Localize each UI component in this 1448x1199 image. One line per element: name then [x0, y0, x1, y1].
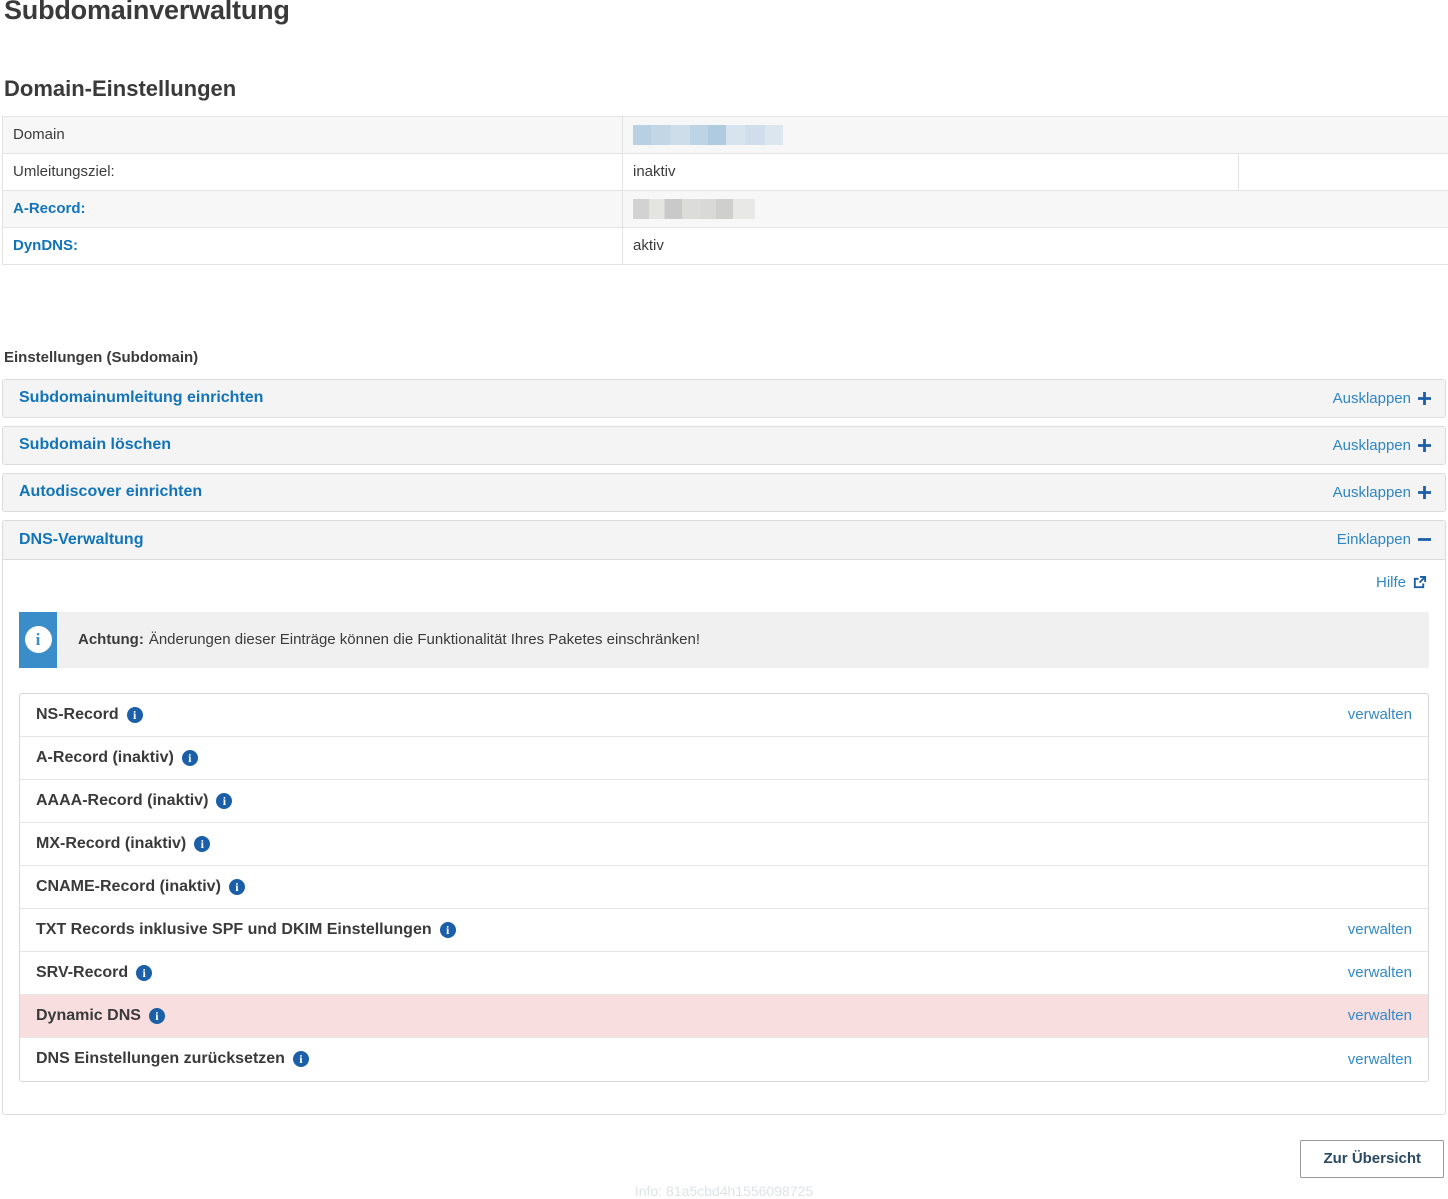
subdomain-settings-heading: Einstellungen (Subdomain) — [4, 349, 1446, 366]
plus-icon — [1418, 439, 1431, 452]
info-badge: i — [19, 612, 57, 668]
accordion-dns-management[interactable]: DNS-Verwaltung Einklappen — [3, 521, 1445, 560]
record-label: Dynamic DNS — [36, 1007, 141, 1025]
record-label: MX-Record (inaktiv) — [36, 835, 186, 853]
info-icon[interactable]: i — [182, 750, 198, 766]
expand-toggle[interactable]: Ausklappen — [1333, 484, 1431, 501]
info-icon[interactable]: i — [194, 836, 210, 852]
record-row-dynamic-dns: Dynamic DNS i verwalten — [20, 995, 1428, 1038]
toggle-label: Einklappen — [1337, 531, 1411, 548]
accordion-title: Autodiscover einrichten — [19, 483, 202, 501]
record-label: AAAA-Record (inaktiv) — [36, 792, 208, 810]
record-row-dns-reset: DNS Einstellungen zurücksetzen i verwalt… — [20, 1038, 1428, 1081]
dyndns-value: aktiv — [623, 227, 1448, 264]
plus-icon — [1418, 486, 1431, 499]
warning-text: Änderungen dieser Einträge können die Fu… — [149, 631, 700, 648]
record-row-mx: MX-Record (inaktiv) i — [20, 823, 1428, 866]
expand-toggle[interactable]: Ausklappen — [1333, 437, 1431, 454]
record-row-ns: NS-Record i verwalten — [20, 694, 1428, 737]
accordion-title: DNS-Verwaltung — [19, 531, 143, 549]
accordion-list: Subdomainumleitung einrichten Ausklappen… — [2, 379, 1446, 1115]
footer-actions: Zur Übersicht — [2, 1140, 1446, 1178]
redacted-a-record-value — [633, 199, 755, 219]
info-icon[interactable]: i — [136, 965, 152, 981]
accordion-title: Subdomain löschen — [19, 436, 171, 454]
warning-message: Achtung: Änderungen dieser Einträge könn… — [57, 612, 1429, 668]
dns-management-panel: DNS-Verwaltung Einklappen Hilfe i — [2, 520, 1446, 1115]
footer-info-text: Info: 81a5cbd4h1556098725 — [2, 1183, 1446, 1199]
warning-banner: i Achtung: Änderungen dieser Einträge kö… — [19, 612, 1429, 668]
page-title: Subdomainverwaltung — [4, 0, 1446, 26]
redirect-target-action-cell — [1239, 153, 1448, 190]
domain-settings-heading: Domain-Einstellungen — [4, 76, 1446, 102]
collapse-toggle[interactable]: Einklappen — [1337, 531, 1431, 548]
domain-value-cell — [623, 116, 1448, 153]
info-icon[interactable]: i — [440, 922, 456, 938]
dns-records-list: NS-Record i verwalten A-Record (inaktiv)… — [19, 693, 1429, 1082]
record-row-cname: CNAME-Record (inaktiv) i — [20, 866, 1428, 909]
record-label: TXT Records inklusive SPF und DKIM Einst… — [36, 921, 432, 939]
table-row-dyndns: DynDNS: aktiv — [3, 227, 1448, 264]
help-label: Hilfe — [1376, 574, 1406, 591]
accordion-title: Subdomainumleitung einrichten — [19, 389, 263, 407]
a-record-value-cell — [623, 190, 1448, 227]
manage-link[interactable]: verwalten — [1348, 706, 1412, 723]
toggle-label: Ausklappen — [1333, 484, 1411, 501]
record-label: A-Record (inaktiv) — [36, 749, 174, 767]
table-row-redirect-target: Umleitungsziel: inaktiv — [3, 153, 1448, 190]
record-row-srv: SRV-Record i verwalten — [20, 952, 1428, 995]
table-row-domain: Domain — [3, 116, 1448, 153]
redacted-domain-value — [633, 125, 783, 145]
back-to-overview-button[interactable]: Zur Übersicht — [1300, 1140, 1444, 1178]
record-label: CNAME-Record (inaktiv) — [36, 878, 221, 896]
domain-settings-table: Domain Umleitungsziel: inaktiv A-Record:… — [2, 116, 1448, 265]
external-link-icon — [1412, 575, 1427, 590]
toggle-label: Ausklappen — [1333, 437, 1411, 454]
info-circle-icon: i — [25, 626, 52, 653]
manage-link[interactable]: verwalten — [1348, 964, 1412, 981]
record-label: DNS Einstellungen zurücksetzen — [36, 1050, 285, 1068]
record-row-txt: TXT Records inklusive SPF und DKIM Einst… — [20, 909, 1428, 952]
manage-link[interactable]: verwalten — [1348, 1051, 1412, 1068]
info-icon[interactable]: i — [293, 1051, 309, 1067]
help-row: Hilfe — [3, 572, 1445, 591]
record-row-a: A-Record (inaktiv) i — [20, 737, 1428, 780]
table-row-a-record: A-Record: — [3, 190, 1448, 227]
toggle-label: Ausklappen — [1333, 390, 1411, 407]
dyndns-link[interactable]: DynDNS: — [3, 227, 623, 264]
accordion-subdomain-redirect[interactable]: Subdomainumleitung einrichten Ausklappen — [2, 379, 1446, 418]
expand-toggle[interactable]: Ausklappen — [1333, 390, 1431, 407]
info-icon[interactable]: i — [149, 1008, 165, 1024]
accordion-subdomain-delete[interactable]: Subdomain löschen Ausklappen — [2, 426, 1446, 465]
a-record-link[interactable]: A-Record: — [3, 190, 623, 227]
redirect-target-value: inaktiv — [623, 153, 1239, 190]
info-icon[interactable]: i — [229, 879, 245, 895]
record-label: SRV-Record — [36, 964, 128, 982]
dns-panel-body: Hilfe i Achtung: Änderungen dieser Eintr… — [3, 560, 1445, 1114]
manage-link[interactable]: verwalten — [1348, 1007, 1412, 1024]
info-icon[interactable]: i — [127, 707, 143, 723]
warning-bold: Achtung: — [78, 631, 144, 648]
info-icon[interactable]: i — [216, 793, 232, 809]
minus-icon — [1418, 533, 1431, 546]
record-label: NS-Record — [36, 706, 119, 724]
domain-label: Domain — [3, 116, 623, 153]
help-link[interactable]: Hilfe — [1376, 574, 1427, 591]
plus-icon — [1418, 392, 1431, 405]
accordion-autodiscover[interactable]: Autodiscover einrichten Ausklappen — [2, 473, 1446, 512]
redirect-target-label: Umleitungsziel: — [3, 153, 623, 190]
subdomain-management-page: Subdomainverwaltung Domain-Einstellungen… — [0, 0, 1448, 1199]
manage-link[interactable]: verwalten — [1348, 921, 1412, 938]
record-row-aaaa: AAAA-Record (inaktiv) i — [20, 780, 1428, 823]
